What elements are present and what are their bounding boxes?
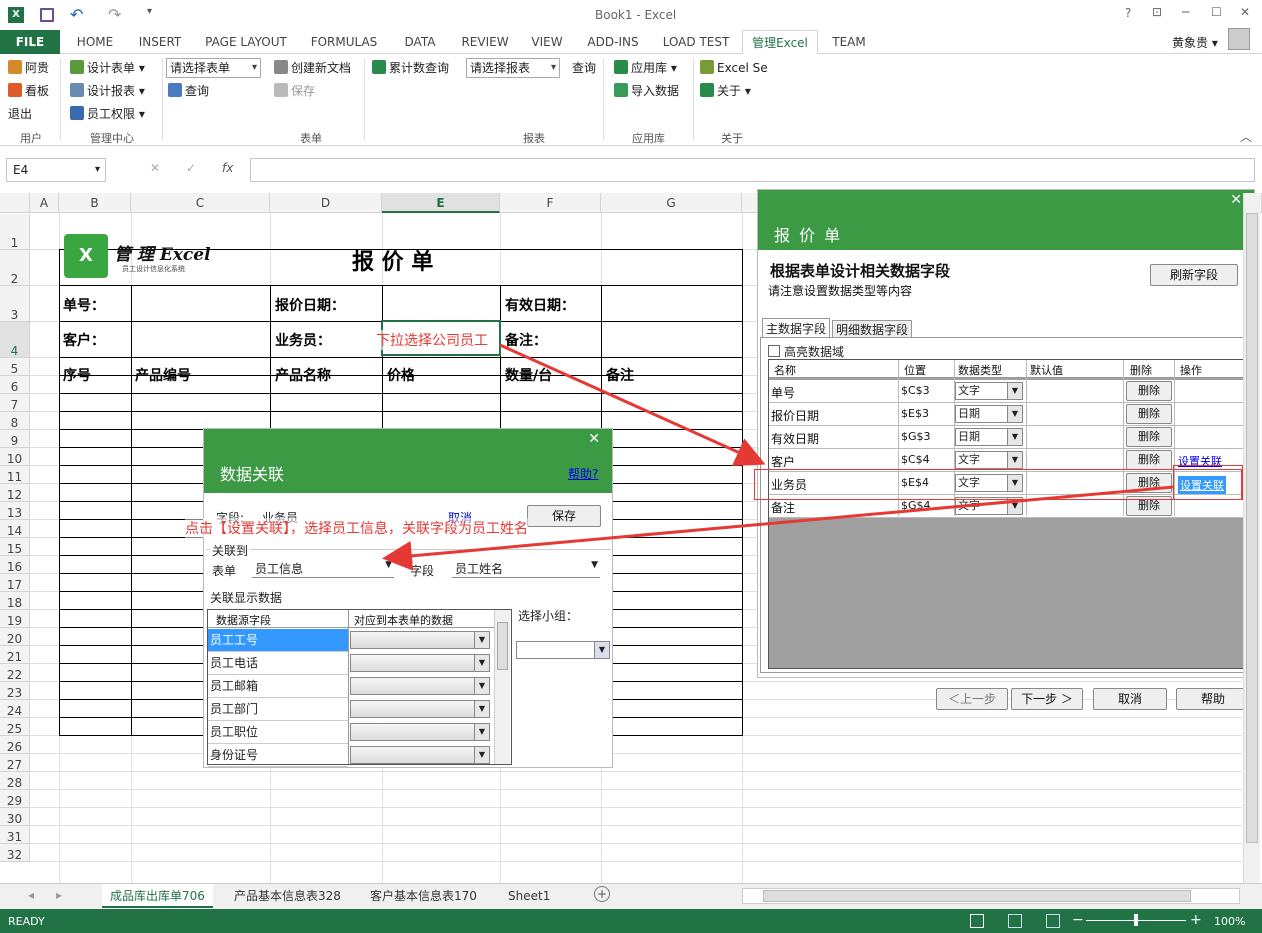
zoom-out-icon[interactable]: −	[1072, 912, 1084, 928]
status-ready: READY	[8, 915, 45, 928]
arrow-to-form-select	[382, 485, 1175, 571]
arrow-to-salesman-row	[499, 343, 766, 466]
zoom-thumb[interactable]	[1134, 914, 1138, 926]
status-bar: READY − + 100%	[0, 909, 1262, 933]
zoom-in-icon[interactable]: +	[1190, 912, 1202, 928]
next-sheet-icon[interactable]: ▸	[56, 888, 62, 902]
sheet-tab-bar: ◂ ▸ 成品库出库单706 产品基本信息表328 客户基本信息表170 Shee…	[0, 883, 1262, 909]
zoom-level[interactable]: 100%	[1214, 915, 1245, 928]
sheet-tab-outbound[interactable]: 成品库出库单706	[102, 884, 213, 908]
sheet-tab-sheet1[interactable]: Sheet1	[500, 884, 558, 908]
page-layout-view-icon[interactable]	[1008, 914, 1022, 928]
v-scroll-thumb[interactable]	[1246, 213, 1258, 843]
annotation-arrows	[382, 343, 1175, 571]
sheet-tab-product-info[interactable]: 产品基本信息表328	[226, 884, 349, 908]
sheet-tab-customer-info[interactable]: 客户基本信息表170	[362, 884, 485, 908]
page-break-view-icon[interactable]	[1046, 914, 1060, 928]
add-sheet-icon[interactable]: +	[594, 886, 610, 902]
vertical-scrollbar[interactable]	[1243, 193, 1260, 883]
horizontal-scrollbar[interactable]	[742, 888, 1240, 904]
normal-view-icon[interactable]	[970, 914, 984, 928]
h-scroll-thumb[interactable]	[763, 890, 1191, 902]
prev-sheet-icon[interactable]: ◂	[28, 888, 34, 902]
